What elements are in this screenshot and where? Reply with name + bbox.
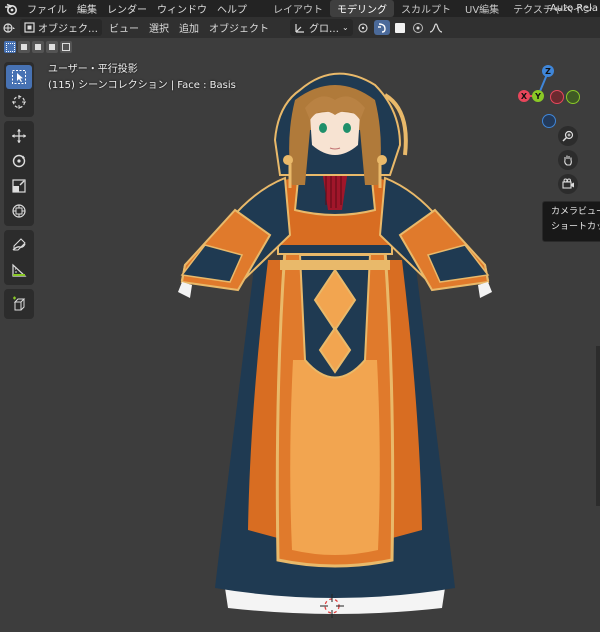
select-box-tool-icon[interactable] xyxy=(6,65,32,89)
menu-window[interactable]: ウィンドウ xyxy=(152,1,212,16)
3d-viewport[interactable]: ユーザー・平行投影 (115) シーンコレクション | Face : Basis xyxy=(0,56,600,632)
chevron-down-icon: ⌄ xyxy=(342,23,349,32)
gizmo-neg-x-axis[interactable] xyxy=(550,90,564,104)
move-tool-icon[interactable] xyxy=(6,124,32,148)
select-subtract-icon[interactable] xyxy=(32,41,44,53)
menu-render[interactable]: レンダー xyxy=(102,1,152,16)
transform-orientation-dropdown[interactable]: グロ… ⌄ xyxy=(290,19,353,36)
menu-select[interactable]: 選択 xyxy=(144,18,174,37)
select-mode-row xyxy=(0,38,600,56)
camera-view-icon[interactable] xyxy=(558,174,578,194)
gizmo-neg-z-axis[interactable] xyxy=(542,114,556,128)
orientation-dropdown-label: グロ… xyxy=(309,24,339,35)
select-new-icon[interactable] xyxy=(4,41,16,53)
menu-edit[interactable]: 編集 xyxy=(72,1,102,16)
tab-modeling[interactable]: モデリング xyxy=(330,0,394,17)
zoom-icon[interactable] xyxy=(558,126,578,146)
gizmo-x-axis[interactable]: X xyxy=(518,90,530,102)
falloff-curve-icon[interactable] xyxy=(428,20,444,35)
character-model[interactable] xyxy=(160,60,510,620)
annotate-tool-icon[interactable] xyxy=(6,233,32,257)
blender-logo-icon[interactable] xyxy=(0,3,22,15)
tab-uv-editing[interactable]: UV編集 xyxy=(458,0,506,17)
menu-object[interactable]: オブジェクト xyxy=(204,18,274,37)
mode-dropdown[interactable]: オブジェク… xyxy=(20,19,102,36)
hand-pan-icon[interactable] xyxy=(558,150,578,170)
tab-layout[interactable]: レイアウト xyxy=(266,0,330,17)
tab-sculpt[interactable]: スカルプト xyxy=(394,0,458,17)
measure-tool-icon[interactable] xyxy=(6,258,32,282)
navigation-gizmo[interactable]: Z X Y xyxy=(515,62,585,132)
tooltip-title: カメラビュー xyxy=(551,207,600,217)
editor-type-icon[interactable] xyxy=(1,20,17,35)
top-menu-bar: ファイル 編集 レンダー ウィンドウ ヘルプ レイアウト モデリング スカルプト… xyxy=(0,0,600,17)
menu-file[interactable]: ファイル xyxy=(22,1,72,16)
rotate-tool-icon[interactable] xyxy=(6,149,32,173)
snap-icon[interactable] xyxy=(373,20,390,35)
select-invert-icon[interactable] xyxy=(46,41,58,53)
addon-label-text: Auto Rela xyxy=(550,3,598,14)
tooltip: カメラビュー ショートカッ xyxy=(542,201,600,242)
object-mode-icon xyxy=(24,22,35,33)
transform-tool-icon[interactable] xyxy=(6,199,32,223)
sidebar-edge[interactable] xyxy=(596,346,600,506)
tooltip-shortcut: ショートカッ xyxy=(551,222,600,232)
cursor-tool-icon[interactable] xyxy=(6,90,32,114)
gizmo-z-axis[interactable]: Z xyxy=(542,65,554,77)
pivot-point-icon[interactable] xyxy=(356,20,372,35)
menu-view[interactable]: ビュー xyxy=(104,18,144,37)
select-intersect-icon[interactable] xyxy=(60,41,72,53)
3d-cursor-icon xyxy=(320,594,344,618)
orientation-icon xyxy=(295,24,304,33)
add-cube-tool-icon[interactable] xyxy=(6,292,32,316)
viewport-header: オブジェク… ビュー 選択 追加 オブジェクト グロ… ⌄ xyxy=(0,17,600,38)
menu-add[interactable]: 追加 xyxy=(174,18,204,37)
select-extend-icon[interactable] xyxy=(18,41,30,53)
proportional-color-swatch-icon[interactable] xyxy=(392,20,408,35)
addon-label[interactable]: Auto Rela xyxy=(550,0,600,17)
menu-help[interactable]: ヘルプ xyxy=(212,1,252,16)
gizmo-neg-y-axis[interactable] xyxy=(566,90,580,104)
mode-dropdown-label: オブジェク… xyxy=(38,24,98,35)
tool-shelf xyxy=(4,62,34,323)
scale-tool-icon[interactable] xyxy=(6,174,32,198)
proportional-editing-icon[interactable] xyxy=(410,20,426,35)
gizmo-y-axis[interactable]: Y xyxy=(532,90,544,102)
